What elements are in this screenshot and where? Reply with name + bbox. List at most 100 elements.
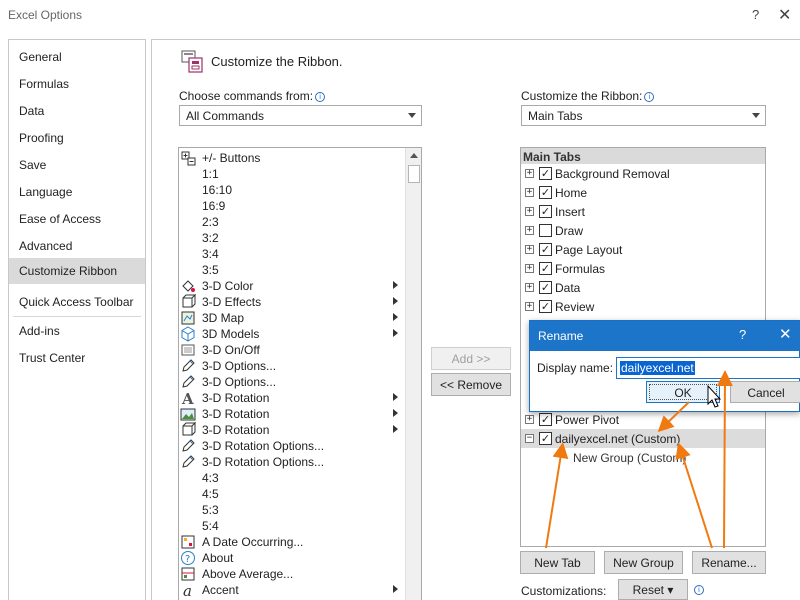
command-list-item[interactable]: 4:5	[179, 486, 405, 502]
nav-item-ease-of-access[interactable]: Ease of Access	[9, 206, 145, 232]
scroll-up-icon[interactable]	[410, 153, 418, 158]
expand-icon[interactable]: +	[525, 264, 534, 273]
command-list-item[interactable]: 5:4	[179, 518, 405, 534]
command-list-item[interactable]: +/- Buttons	[179, 150, 405, 166]
choose-commands-combo[interactable]: All Commands	[179, 105, 422, 126]
info-icon[interactable]: i	[315, 92, 326, 102]
ribbon-tab-checkbox[interactable]: ✓	[539, 413, 552, 426]
ribbon-tab-row[interactable]: + ✓ Insert	[521, 202, 765, 221]
expand-icon[interactable]: +	[525, 207, 534, 216]
command-list-item[interactable]: 3-D Options...	[179, 374, 405, 390]
command-list-item[interactable]: 3D Models	[179, 326, 405, 342]
ribbon-tab-checkbox[interactable]: ✓	[539, 281, 552, 294]
command-list-item[interactable]: 3-D Rotation Options...	[179, 454, 405, 470]
ok-button[interactable]: OK	[646, 381, 720, 403]
scroll-thumb[interactable]	[408, 165, 420, 183]
info-icon[interactable]: i	[644, 92, 655, 102]
command-list-item[interactable]: 3:2	[179, 230, 405, 246]
reset-button[interactable]: Reset ▾	[618, 579, 688, 600]
expand-icon[interactable]: +	[525, 283, 534, 292]
ribbon-tab-checkbox[interactable]: ✓	[539, 205, 552, 218]
command-list-item[interactable]: 3D Map	[179, 310, 405, 326]
customize-ribbon-label: Customize the Ribbon: i	[521, 89, 655, 103]
tree-child-group[interactable]: New Group (Custom)	[521, 448, 765, 467]
nav-item-formulas[interactable]: Formulas	[9, 71, 145, 97]
ribbon-tab-row[interactable]: + ✓ Home	[521, 183, 765, 202]
info-icon[interactable]: i	[694, 585, 704, 595]
choose-commands-label: Choose commands from: i	[179, 89, 326, 103]
command-list-item[interactable]: 3:4	[179, 246, 405, 262]
new-group-button[interactable]: New Group	[604, 551, 683, 574]
ribbon-tab-row[interactable]: − ✓ dailyexcel.net (Custom)	[521, 429, 765, 448]
command-list-item[interactable]: 3:5	[179, 262, 405, 278]
nav-item-add-ins[interactable]: Add-ins	[9, 318, 145, 344]
help-icon[interactable]: ?	[739, 327, 746, 342]
nav-item-language[interactable]: Language	[9, 179, 145, 205]
ribbon-tab-checkbox[interactable]: ✓	[539, 186, 552, 199]
new-tab-button[interactable]: New Tab	[520, 551, 595, 574]
ribbon-tab-row[interactable]: + ✓ Formulas	[521, 259, 765, 278]
command-list-item[interactable]: 5:3	[179, 502, 405, 518]
ribbon-tab-row[interactable]: + ✓ Power Pivot	[521, 410, 765, 429]
collapse-icon[interactable]: −	[525, 434, 534, 443]
nav-item-save[interactable]: Save	[9, 152, 145, 178]
command-list-item[interactable]: 3-D Rotation	[179, 421, 405, 438]
expand-icon[interactable]: +	[525, 188, 534, 197]
command-list-item[interactable]: 4:3	[179, 470, 405, 486]
customize-ribbon-combo[interactable]: Main Tabs	[521, 105, 766, 126]
command-list-item[interactable]: A 3-D Rotation	[179, 390, 405, 408]
ribbon-tab-checkbox[interactable]: ✓	[539, 243, 552, 256]
rename-button[interactable]: Rename...	[692, 551, 766, 574]
expand-icon[interactable]: +	[525, 169, 534, 178]
ribbon-tab-checkbox[interactable]: ✓	[539, 262, 552, 275]
nav-item-general[interactable]: General	[9, 44, 145, 70]
close-icon[interactable]: ✕	[778, 5, 791, 25]
ribbon-tab-row[interactable]: + ✓ Background Removal	[521, 164, 765, 183]
commands-list[interactable]: +/- Buttons 1:1 16:10 16:9 2:3 3:2 3:4 3:5 3-D C…	[178, 147, 422, 600]
command-list-item[interactable]: 1:1	[179, 166, 405, 182]
command-list-item[interactable]: Above Average...	[179, 566, 405, 582]
expand-icon[interactable]: +	[525, 415, 534, 424]
remove-button[interactable]: << Remove	[431, 373, 511, 396]
expand-icon[interactable]: +	[525, 226, 534, 235]
command-list-item[interactable]: 2:3	[179, 214, 405, 230]
ribbon-tab-row[interactable]: + ✓ Review	[521, 297, 765, 316]
nav-item-quick-access-toolbar[interactable]: Quick Access Toolbar	[9, 289, 145, 315]
command-list-item[interactable]: 16:10	[179, 182, 405, 198]
command-list-item[interactable]: 3-D On/Off	[179, 342, 405, 358]
command-list-item[interactable]: 3-D Options...	[179, 358, 405, 374]
cancel-button[interactable]: Cancel	[730, 381, 800, 403]
nav-item-advanced[interactable]: Advanced	[9, 233, 145, 259]
nav-item-customize-ribbon[interactable]: Customize Ribbon	[9, 258, 145, 284]
help-icon[interactable]: ?	[752, 7, 759, 22]
ribbon-tab-row[interactable]: + ✓ Data	[521, 278, 765, 297]
command-list-item[interactable]: 3-D Rotation Options...	[179, 438, 405, 454]
nav-item-trust-center[interactable]: Trust Center	[9, 345, 145, 371]
ribbon-tab-checkbox[interactable]	[539, 224, 552, 237]
close-icon[interactable]: ✕	[779, 325, 792, 343]
command-list-item[interactable]: A Date Occurring...	[179, 534, 405, 550]
nav-item-data[interactable]: Data	[9, 98, 145, 124]
display-name-input[interactable]: dailyexcel.net	[616, 357, 800, 379]
ribbon-tab-row[interactable]: + Draw	[521, 221, 765, 240]
command-list-item[interactable]: 3-D Rotation	[179, 406, 405, 422]
nav-item-proofing[interactable]: Proofing	[9, 125, 145, 151]
ribbon-tab-label: Formulas	[555, 262, 606, 276]
display-name-value: dailyexcel.net	[620, 361, 695, 375]
customize-ribbon-label-text: Customize the Ribbon:	[521, 89, 643, 103]
ribbon-tab-checkbox[interactable]: ✓	[539, 167, 552, 180]
expand-icon[interactable]: +	[525, 245, 534, 254]
command-label: 3:5	[202, 263, 219, 277]
commands-scrollbar[interactable]	[405, 148, 421, 600]
ribbon-tab-checkbox[interactable]: ✓	[539, 300, 552, 313]
expand-icon[interactable]: +	[525, 302, 534, 311]
customize-ribbon-value: Main Tabs	[528, 109, 583, 123]
ribbon-tab-row[interactable]: + ✓ Page Layout	[521, 240, 765, 259]
command-list-item[interactable]: a Accent	[179, 582, 405, 600]
ribbon-tab-checkbox[interactable]: ✓	[539, 432, 552, 445]
command-list-item[interactable]: 3-D Effects	[179, 293, 405, 310]
command-list-item[interactable]: 3-D Color	[179, 278, 405, 294]
command-list-item[interactable]: 16:9	[179, 198, 405, 214]
add-button[interactable]: Add >>	[431, 347, 511, 370]
command-list-item[interactable]: ? About	[179, 550, 405, 566]
